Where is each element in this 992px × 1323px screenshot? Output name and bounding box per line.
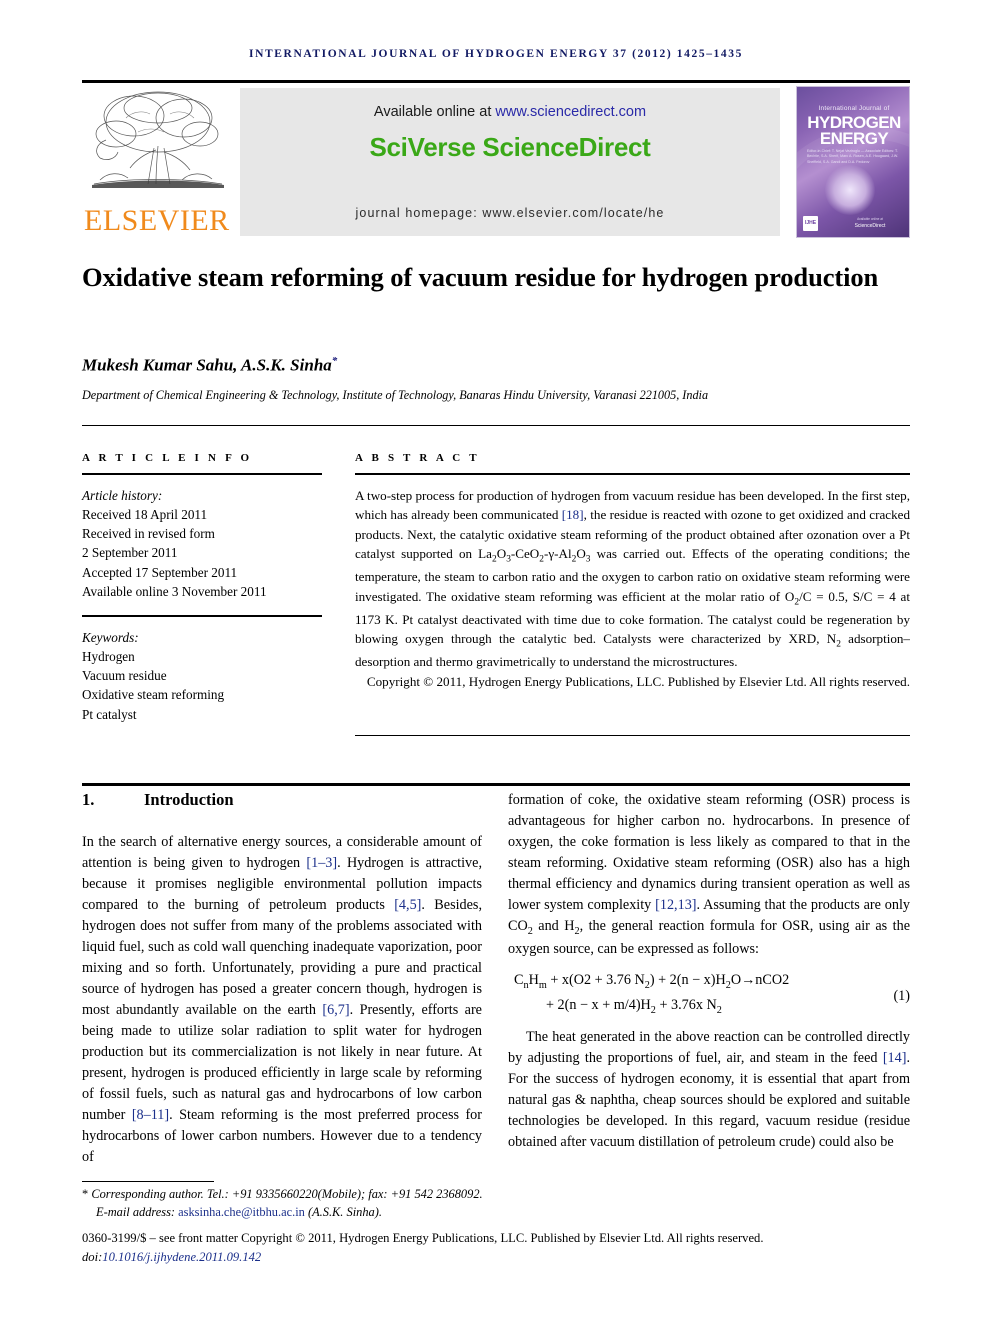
history-item: 2 September 2011 (82, 545, 178, 561)
keyword-item: Hydrogen (82, 648, 135, 664)
available-online-line: Available online at www.sciencedirect.co… (240, 104, 780, 120)
available-online-text: Available online at (373, 104, 496, 120)
email-owner: (A.S.K. Sinha). (307, 1204, 382, 1219)
journal-cover-thumbnail: International Journal of HYDROGEN ENERGY… (796, 86, 910, 238)
top-rule (82, 80, 910, 83)
history-item: Received in revised form (82, 526, 215, 542)
author-names: Mukesh Kumar Sahu, A.S.K. Sinha (82, 355, 332, 375)
abstract-column: A B S T R A C T A two-step process for p… (355, 452, 910, 691)
section-title: Introduction (144, 790, 234, 809)
elsevier-tree-icon (92, 91, 224, 188)
keywords-rule (82, 615, 322, 617)
equation-1: CnHm + x(O2 + 3.76 N2) + 2(n − x)H2O→nCO… (508, 969, 910, 1018)
footnote-rule (82, 1181, 214, 1182)
doi-value[interactable]: 10.1016/j.ijhydene.2011.09.142 (102, 1250, 261, 1264)
keywords-label: Keywords: (82, 629, 139, 645)
elsevier-wordmark: ELSEVIER (84, 204, 230, 237)
keyword-item: Vacuum residue (82, 668, 167, 684)
ihe-badge-icon: IJHE (803, 216, 818, 231)
rule-under-affiliation (82, 425, 910, 426)
equation-line-1: CnHm + x(O2 + 3.76 N2) + 2(n − x)H2O→nCO… (514, 972, 790, 991)
abstract-heading: A B S T R A C T (355, 452, 480, 464)
author-list: Mukesh Kumar Sahu, A.S.K. Sinha* (82, 355, 910, 376)
article-info-rule (82, 473, 322, 475)
intro-paragraph-right-2: The heat generated in the above reaction… (508, 1029, 910, 1151)
keyword-item: Pt catalyst (82, 706, 137, 722)
cover-editors: Editor-in-Chief: T. Nejat Veziroglu — As… (807, 149, 899, 164)
section-heading-introduction: 1. Introduction (82, 790, 482, 810)
email-label: E-mail address: (96, 1204, 176, 1219)
front-matter-block: 0360-3199/$ – see front matter Copyright… (82, 1229, 910, 1267)
article-info-column: A R T I C L E I N F O Article history: R… (82, 452, 322, 724)
article-info-heading: A R T I C L E I N F O (82, 452, 253, 464)
cover-sd-brand: ScienceDirect (854, 223, 886, 229)
cover-sd-caption: Available online at (857, 217, 883, 221)
running-head: International Journal of Hydrogen Energy… (249, 48, 743, 60)
history-item: Accepted 17 September 2011 (82, 564, 238, 580)
journal-homepage-line[interactable]: journal homepage: www.elsevier.com/locat… (240, 206, 780, 220)
keyword-item: Oxidative steam reforming (82, 687, 225, 703)
footnote-block: * Corresponding author. Tel.: +91 933566… (82, 1186, 642, 1222)
history-item: Available online 3 November 2011 (82, 583, 267, 599)
history-item: Received 18 April 2011 (82, 506, 208, 522)
abstract-rule (355, 473, 910, 475)
sciverse-sciencedirect-title: SciVerse ScienceDirect (369, 132, 651, 162)
cover-halo-decoration (825, 165, 875, 215)
email-link[interactable]: asksinha.che@itbhu.ac.in (178, 1205, 305, 1219)
rule-above-body (82, 783, 910, 786)
corresponding-author-note: Corresponding author. Tel.: +91 93356602… (91, 1187, 483, 1201)
footnote-marker: * (82, 1187, 89, 1201)
email-note: E-mail address: asksinha.che@itbhu.ac.in… (82, 1204, 642, 1222)
corresponding-author-marker: * (331, 355, 338, 367)
doi-line: doi:10.1016/j.ijhydene.2011.09.142 (82, 1248, 910, 1267)
masthead: ELSEVIER Available online at www.science… (82, 86, 910, 238)
cover-sciencedirect-mark: Available online at ScienceDirect (837, 217, 903, 229)
abstract-copyright: Copyright © 2011, Hydrogen Energy Public… (366, 673, 910, 689)
paper-page: International Journal of Hydrogen Energy… (0, 0, 992, 1323)
doi-label: doi: (82, 1249, 103, 1264)
sciencedirect-url[interactable]: www.sciencedirect.com (495, 104, 646, 120)
cover-kicker: International Journal of (818, 105, 890, 112)
abstract-paragraph: A two-step process for production of hyd… (355, 487, 910, 670)
section-number: 1. (82, 790, 95, 809)
elsevier-logo: ELSEVIER (82, 86, 234, 238)
affiliation: Department of Chemical Engineering & Tec… (82, 388, 709, 402)
sciencedirect-banner: Available online at www.sciencedirect.co… (240, 88, 780, 236)
equation-line-2: + 2(n − x + m/4)H2 + 3.76x N2 (546, 996, 722, 1016)
front-matter-text: 0360-3199/$ – see front matter Copyright… (82, 1231, 764, 1245)
body-column-right: formation of coke, the oxidative steam r… (508, 790, 910, 1153)
rule-after-abstract (355, 735, 910, 736)
intro-paragraph-left: In the search of alternative energy sour… (82, 834, 482, 1166)
equation-number: (1) (893, 988, 910, 1005)
page-title: Oxidative steam reforming of vacuum resi… (82, 262, 879, 292)
article-history-label: Article history: (82, 487, 163, 503)
cover-title-line2: ENERGY (819, 129, 889, 148)
intro-paragraph-right-1: formation of coke, the oxidative steam r… (508, 792, 911, 958)
body-column-left: 1. Introduction In the search of alternat… (82, 790, 482, 1168)
